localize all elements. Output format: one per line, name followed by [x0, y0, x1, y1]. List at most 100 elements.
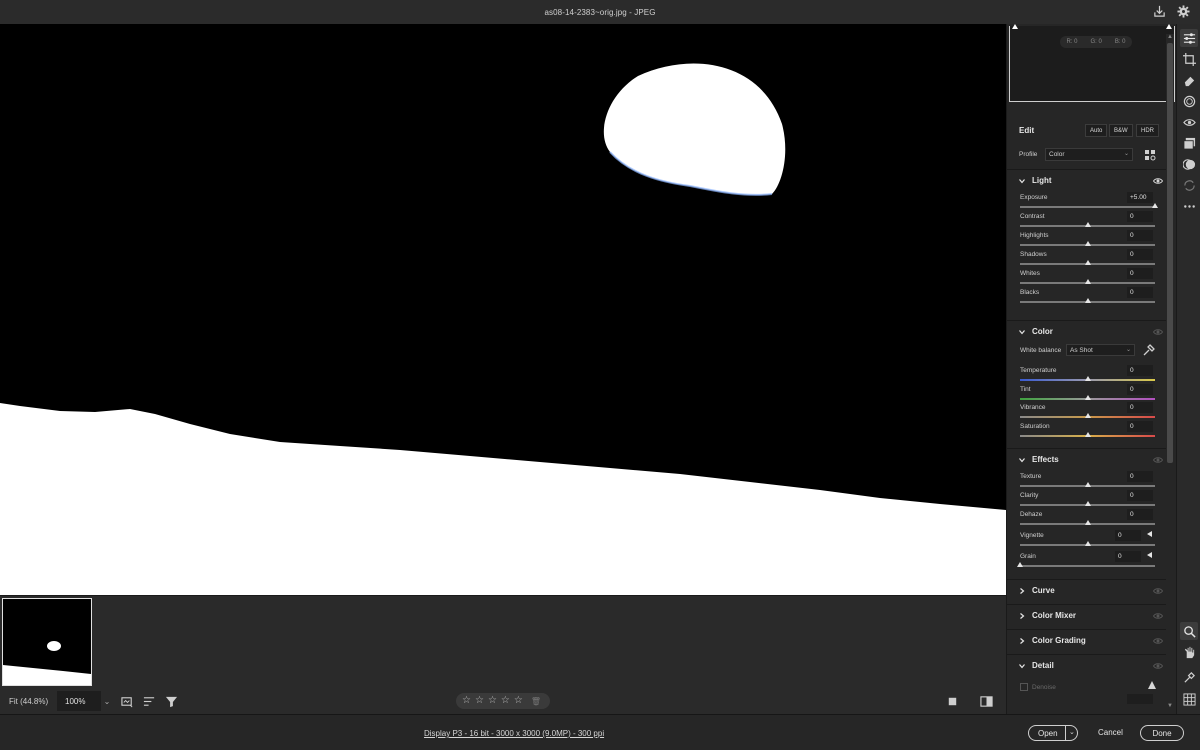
slider-thumb[interactable]: [1084, 298, 1091, 303]
chevron-down-icon[interactable]: ⌄: [1069, 728, 1075, 736]
slider-thumb[interactable]: [1017, 562, 1023, 567]
visibility-eye-icon[interactable]: [1152, 327, 1164, 337]
visibility-eye-icon[interactable]: [1152, 611, 1164, 621]
workflow-options-link[interactable]: Display P3 - 16 bit - 3000 x 3000 (9.0MP…: [424, 729, 604, 738]
section-light[interactable]: Light: [1007, 169, 1173, 191]
chevron-up-icon[interactable]: ▲: [1166, 34, 1174, 40]
slider-value-field[interactable]: 0: [1127, 211, 1153, 222]
slider-thumb[interactable]: [1084, 222, 1091, 227]
section-color-grading[interactable]: Color Grading: [1007, 629, 1173, 651]
sort-icon[interactable]: [141, 693, 157, 709]
section-curve[interactable]: Curve: [1007, 579, 1173, 601]
slider-value-field[interactable]: 0: [1127, 402, 1153, 413]
slider-thumb[interactable]: [1084, 413, 1091, 418]
slider-value-field[interactable]: 0: [1127, 287, 1153, 298]
slider-vignette[interactable]: Vignette 0: [1007, 530, 1173, 551]
cancel-button[interactable]: Cancel: [1098, 728, 1123, 737]
slider-thumb[interactable]: [1084, 482, 1091, 487]
chevron-right-icon[interactable]: [1019, 612, 1025, 619]
zoom-level-field[interactable]: 100%: [57, 691, 101, 711]
slider-thumb[interactable]: [1084, 376, 1091, 381]
visibility-eye-icon[interactable]: [1152, 586, 1164, 596]
sync-icon[interactable]: [1182, 178, 1196, 192]
slider-dehaze[interactable]: Dehaze 0: [1007, 509, 1173, 530]
slider-thumb[interactable]: [1152, 203, 1158, 208]
crop-icon[interactable]: [1182, 52, 1196, 66]
section-effects[interactable]: Effects: [1007, 448, 1173, 470]
edit-sliders-icon[interactable]: [1182, 31, 1196, 45]
single-view-icon[interactable]: [944, 693, 960, 709]
visibility-eye-icon[interactable]: [1152, 176, 1164, 186]
chevron-down-icon[interactable]: [1019, 662, 1025, 669]
gear-icon[interactable]: [1176, 4, 1190, 18]
trash-icon[interactable]: 🗑: [531, 697, 541, 706]
visibility-eye-icon[interactable]: [1152, 455, 1164, 465]
panel-scrollbar[interactable]: ▲ ▼: [1166, 34, 1174, 709]
red-eye-icon[interactable]: [1182, 115, 1196, 129]
color-sampler-icon[interactable]: [1182, 670, 1196, 684]
collapse-arrow-icon[interactable]: [1147, 552, 1152, 558]
slider-value-field[interactable]: 0: [1127, 421, 1153, 432]
chevron-right-icon[interactable]: [1019, 587, 1025, 594]
star-icon[interactable]: ☆: [475, 696, 484, 706]
slider-value-field[interactable]: 0: [1127, 268, 1153, 279]
white-balance-select[interactable]: As Shot ⌄: [1066, 344, 1135, 356]
denoise-value-field[interactable]: [1127, 694, 1153, 704]
slider-value-field[interactable]: 0: [1127, 365, 1153, 376]
masking-icon[interactable]: [1182, 94, 1196, 108]
slider-thumb[interactable]: [1084, 432, 1091, 437]
slider-thumb[interactable]: [1084, 279, 1091, 284]
shadow-clipping-icon[interactable]: [1012, 24, 1018, 29]
fit-zoom-label[interactable]: Fit (44.8%): [9, 697, 57, 706]
auto-button[interactable]: Auto: [1085, 124, 1108, 137]
presets-icon[interactable]: [1182, 157, 1196, 171]
chevron-down-icon[interactable]: ▼: [1166, 703, 1174, 709]
highlight-clipping-icon[interactable]: [1166, 24, 1172, 29]
slider-value-field[interactable]: +5.00: [1127, 192, 1153, 203]
visibility-eye-icon[interactable]: [1152, 636, 1164, 646]
chevron-down-icon[interactable]: ⌄: [101, 691, 113, 711]
slider-thumb[interactable]: [1084, 241, 1091, 246]
slider-thumb[interactable]: [1084, 541, 1091, 546]
section-detail[interactable]: Detail: [1007, 654, 1173, 676]
star-icon[interactable]: ☆: [514, 696, 523, 706]
slider-thumb[interactable]: [1084, 260, 1091, 265]
hand-icon[interactable]: [1182, 645, 1196, 659]
scrollbar-thumb[interactable]: [1167, 43, 1173, 463]
slider-value-field[interactable]: 0: [1115, 530, 1141, 541]
denoise-option[interactable]: Denoise: [1020, 683, 1056, 691]
slider-blacks[interactable]: Blacks 0: [1007, 287, 1173, 308]
bw-button[interactable]: B&W: [1109, 124, 1133, 137]
slider-track[interactable]: [1020, 206, 1155, 208]
hdr-button[interactable]: HDR: [1136, 124, 1159, 137]
slider-value-field[interactable]: 0: [1127, 249, 1153, 260]
more-icon[interactable]: [1182, 199, 1196, 213]
star-icon[interactable]: ☆: [488, 696, 497, 706]
filmstrip-options-icon[interactable]: [119, 693, 135, 709]
done-button[interactable]: Done: [1140, 725, 1184, 741]
chevron-down-icon[interactable]: [1019, 456, 1025, 463]
slider-grain[interactable]: Grain 0: [1007, 551, 1173, 572]
filmstrip-thumbnail[interactable]: [2, 598, 92, 686]
open-button[interactable]: Open ⌄: [1028, 725, 1078, 741]
visibility-eye-icon[interactable]: [1152, 661, 1164, 671]
collapse-arrow-icon[interactable]: [1147, 531, 1152, 537]
profile-browser-icon[interactable]: [1145, 150, 1156, 161]
profile-select[interactable]: Color ⌄: [1045, 148, 1133, 161]
slider-value-field[interactable]: 0: [1127, 490, 1153, 501]
filter-icon[interactable]: [163, 693, 179, 709]
slider-track[interactable]: [1020, 565, 1155, 567]
healing-eraser-icon[interactable]: [1182, 73, 1196, 87]
slider-thumb[interactable]: [1084, 501, 1091, 506]
image-canvas[interactable]: [0, 24, 1006, 595]
section-color[interactable]: Color: [1007, 320, 1173, 342]
star-icon[interactable]: ☆: [462, 696, 471, 706]
star-rating[interactable]: ☆ ☆ ☆ ☆ ☆ 🗑: [456, 693, 550, 709]
chevron-right-icon[interactable]: [1019, 637, 1025, 644]
section-color-mixer[interactable]: Color Mixer: [1007, 604, 1173, 626]
chevron-down-icon[interactable]: [1019, 328, 1025, 335]
grid-overlay-icon[interactable]: [1182, 692, 1196, 706]
zoom-icon[interactable]: [1182, 624, 1196, 638]
save-icon[interactable]: [1152, 4, 1166, 18]
eyedropper-icon[interactable]: [1143, 344, 1155, 356]
